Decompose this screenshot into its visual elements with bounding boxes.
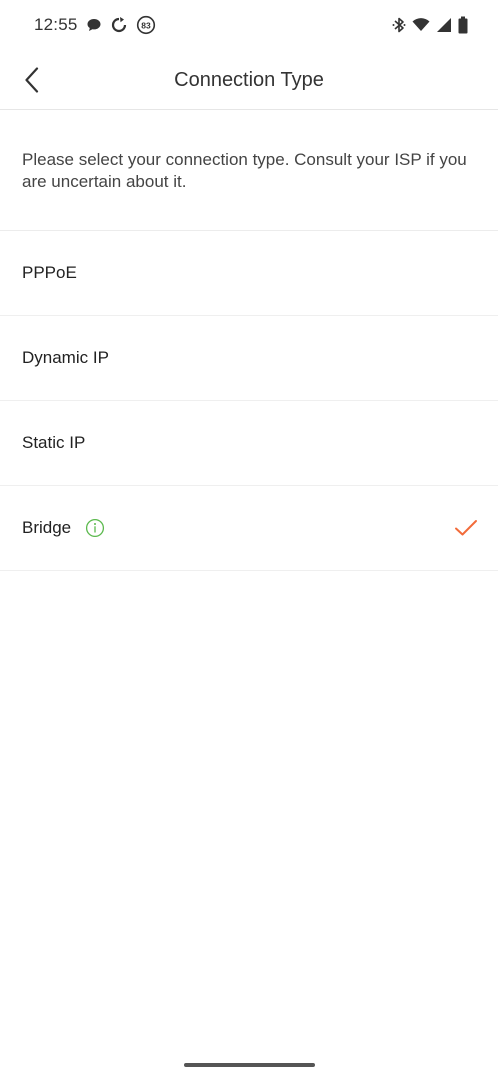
option-label: Dynamic IP [22,348,109,367]
option-static-ip[interactable]: Static IP [0,401,498,486]
notification-count: 83 [141,20,151,30]
option-bridge[interactable]: Bridge [0,486,498,571]
app-bar: Connection Type [0,50,498,110]
page-title: Connection Type [174,69,324,91]
description-text: Please select your connection type. Cons… [0,110,498,231]
chevron-left-icon [25,67,39,93]
option-label: PPPoE [22,263,77,282]
connection-type-screen: 12:55 83 Connection Type Please select y… [0,0,498,1080]
badge-icon: 83 [136,15,156,35]
home-indicator[interactable] [184,1063,315,1067]
option-pppoe[interactable]: PPPoE [0,231,498,316]
signal-icon [436,17,452,33]
option-label: Static IP [22,433,86,452]
chat-bubble-icon [86,17,102,33]
battery-icon [458,16,468,34]
status-bar: 12:55 83 [0,0,498,50]
status-time: 12:55 [34,15,78,34]
checkmark-icon [454,518,478,538]
status-left: 12:55 83 [34,15,156,35]
wifi-icon [412,17,430,33]
info-icon[interactable] [85,518,105,538]
status-right [392,16,468,34]
option-label: Bridge [22,518,72,537]
option-dynamic-ip[interactable]: Dynamic IP [0,316,498,401]
bluetooth-icon [392,16,406,34]
connection-option-list: PPPoE Dynamic IP Static IP Bridge [0,231,498,571]
sync-icon [110,16,128,34]
back-button[interactable] [14,60,50,100]
